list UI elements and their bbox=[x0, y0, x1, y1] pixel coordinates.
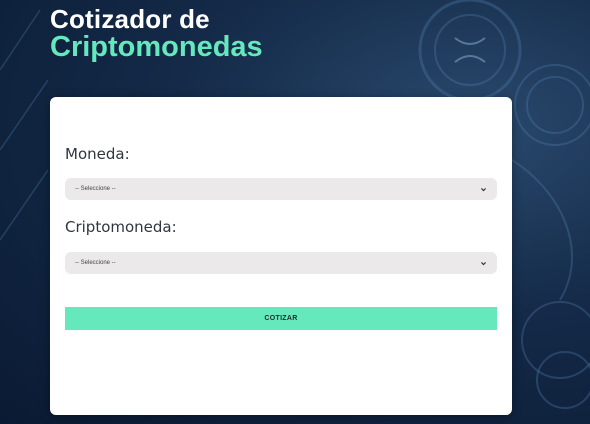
moneda-select[interactable]: -- Seleccione -- bbox=[65, 178, 497, 200]
criptomoneda-select[interactable]: -- Seleccione -- bbox=[65, 252, 497, 274]
coin-icon bbox=[454, 37, 486, 63]
moneda-select-value: -- Seleccione -- bbox=[75, 186, 116, 192]
page-title: Cotizador de Criptomonedas bbox=[50, 6, 263, 62]
title-line-2: Criptomonedas bbox=[50, 31, 263, 63]
quote-form-card: Moneda: -- Seleccione -- Criptomoneda: -… bbox=[50, 97, 512, 415]
criptomoneda-select-value: -- Seleccione -- bbox=[75, 260, 116, 266]
cotizar-button[interactable]: COTIZAR bbox=[65, 307, 497, 330]
moneda-label: Moneda: bbox=[65, 145, 130, 163]
criptomoneda-label: Criptomoneda: bbox=[65, 218, 177, 236]
chevron-down-icon bbox=[481, 187, 486, 191]
title-line-1: Cotizador de bbox=[50, 4, 210, 34]
chevron-down-icon bbox=[481, 261, 486, 265]
